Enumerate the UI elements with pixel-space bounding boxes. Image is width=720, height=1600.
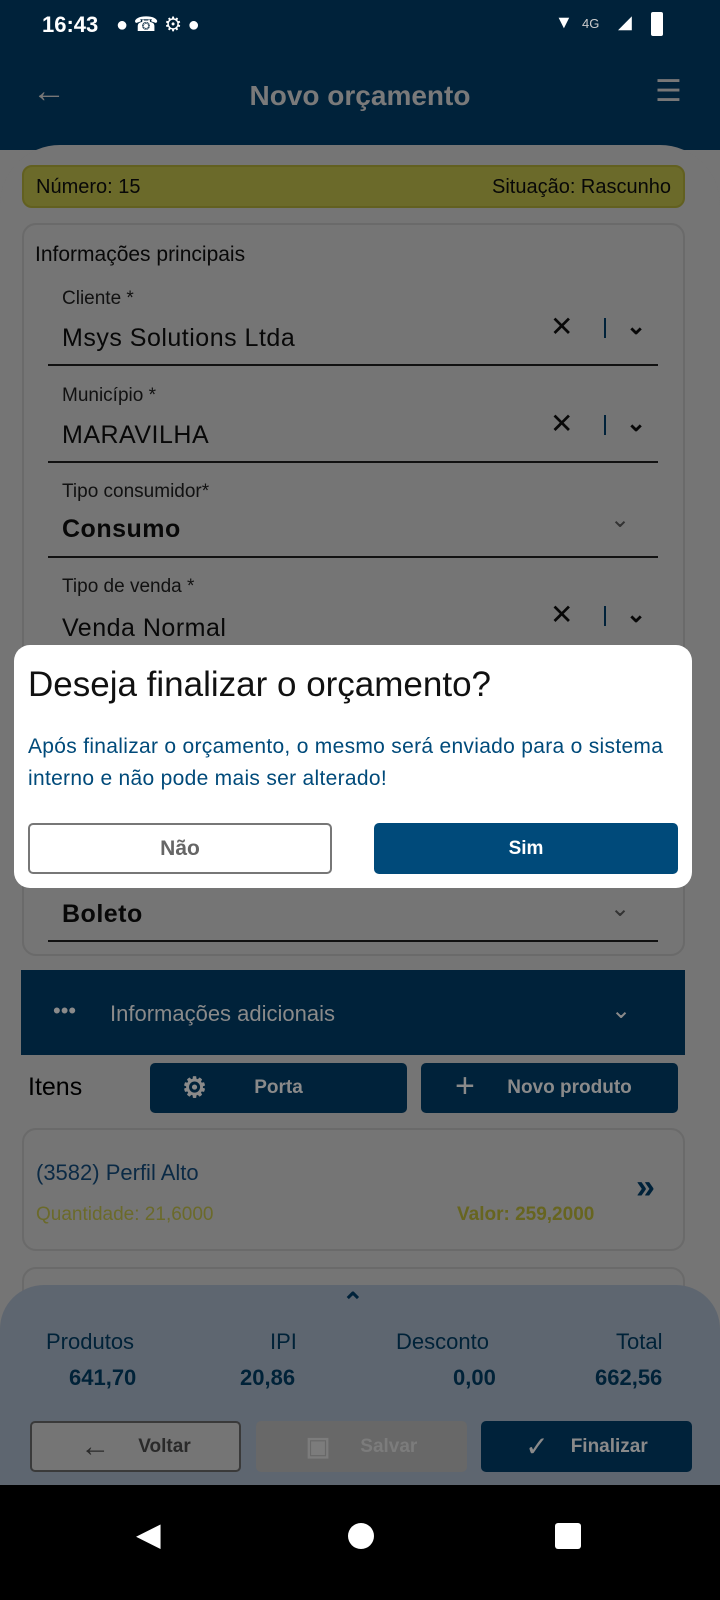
underline <box>48 364 658 366</box>
field-label: Município * <box>62 385 156 406</box>
network-type: 4G <box>582 16 600 31</box>
field-value: MARAVILHA <box>62 421 210 449</box>
additional-info-expander[interactable]: ••• Informações adicionais ⌄ <box>21 970 685 1055</box>
clear-icon[interactable]: ✕ <box>550 310 573 343</box>
pagamento-field[interactable]: Boleto ⌄ <box>48 890 658 945</box>
page-title: Novo orçamento <box>249 80 471 111</box>
voltar-button[interactable]: ← Voltar <box>30 1421 241 1472</box>
total-label: Total <box>616 1329 663 1354</box>
tipo-venda-field[interactable]: Tipo de venda * Venda Normal ✕ ⌄ <box>48 576 658 642</box>
arrow-left-icon: ← <box>80 1429 111 1463</box>
notification-icons: ● ☎ ⚙ ● <box>116 14 200 36</box>
status-summary: Número: 15 Situação: Rascunho <box>22 165 685 208</box>
field-label: Cliente * <box>62 288 134 309</box>
novo-produto-button[interactable]: + Novo produto <box>421 1063 678 1113</box>
underline <box>48 556 658 558</box>
button-label: Sim <box>508 837 544 859</box>
button-label: Finalizar <box>570 1435 648 1457</box>
button-label: Voltar <box>138 1435 191 1457</box>
chevron-down-icon[interactable]: ⌄ <box>610 894 630 923</box>
chevron-down-icon[interactable]: ⌄ <box>626 409 646 438</box>
underline <box>48 940 658 942</box>
field-value: Boleto <box>62 900 143 928</box>
field-value: Consumo <box>62 515 181 543</box>
cliente-field[interactable]: Cliente * Msys Solutions Ltda ✕ ⌄ <box>48 288 658 368</box>
clock: 16:43 <box>42 12 99 37</box>
button-label: Novo produto <box>507 1077 632 1098</box>
salvar-button[interactable]: ▣ Salvar <box>256 1421 467 1472</box>
municipio-field[interactable]: Município * MARAVILHA ✕ ⌄ <box>48 385 658 465</box>
recents-nav-icon[interactable] <box>555 1523 581 1549</box>
status-bar: 16:43 ● ☎ ⚙ ● ▼ 4G ◢ <box>0 0 720 50</box>
more-icon: ••• <box>53 998 77 1023</box>
button-label: Não <box>160 836 200 860</box>
clear-icon[interactable]: ✕ <box>550 598 573 631</box>
save-icon: ▣ <box>305 1431 331 1461</box>
chevron-down-icon: ⌄ <box>611 997 632 1024</box>
wifi-icon: ▼ <box>555 12 573 32</box>
divider <box>604 318 606 338</box>
desconto-value: 0,00 <box>453 1365 496 1390</box>
app-bar: ← Novo orçamento ☰ <box>0 50 720 150</box>
items-title: Itens <box>28 1073 83 1101</box>
produtos-value: 641,70 <box>69 1365 137 1390</box>
field-value: Venda Normal <box>62 614 227 642</box>
total-value: 662,56 <box>595 1365 663 1390</box>
chevron-down-icon[interactable]: ⌄ <box>626 312 646 341</box>
back-nav-icon[interactable]: ◀ <box>136 1515 161 1553</box>
plus-icon: + <box>455 1067 475 1105</box>
totals-panel: ⌃ Produtos 641,70 IPI 20,86 Desconto 0,0… <box>0 1285 720 1485</box>
no-button[interactable]: Não <box>28 823 332 874</box>
divider <box>604 415 606 435</box>
additional-label: Informações adicionais <box>110 1001 336 1026</box>
dialog-message: Após finalizar o orçamento, o mesmo será… <box>28 735 664 790</box>
item-quantity: Quantidade: 21,6000 <box>36 1204 214 1225</box>
button-label: Porta <box>254 1077 303 1098</box>
finalizar-button[interactable]: ✓ Finalizar <box>481 1421 692 1472</box>
yes-button[interactable]: Sim <box>374 823 678 874</box>
underline <box>48 461 658 463</box>
field-value: Msys Solutions Ltda <box>62 324 296 352</box>
porta-button[interactable]: ⚙ Porta <box>150 1063 407 1113</box>
field-label: Tipo consumidor* <box>62 481 210 502</box>
check-icon: ✓ <box>525 1431 549 1462</box>
item-name: (3582) Perfil Alto <box>36 1160 199 1185</box>
ipi-value: 20,86 <box>240 1365 296 1390</box>
produtos-label: Produtos <box>46 1329 135 1354</box>
signal-icon: ◢ <box>618 12 632 32</box>
section-title: Informações principais <box>35 243 246 266</box>
desconto-label: Desconto <box>396 1329 489 1354</box>
battery-icon <box>651 12 663 36</box>
item-card[interactable]: (3582) Perfil Alto Quantidade: 21,6000 V… <box>22 1128 685 1251</box>
confirm-dialog: Deseja finalizar o orçamento? Após final… <box>14 645 692 888</box>
chevron-down-icon[interactable]: ⌄ <box>626 600 646 629</box>
button-label: Salvar <box>360 1435 418 1457</box>
field-label: Tipo de venda * <box>62 576 195 597</box>
list-menu-icon[interactable]: ☰ <box>655 74 682 109</box>
clear-icon[interactable]: ✕ <box>550 407 573 440</box>
tipo-consumidor-field[interactable]: Tipo consumidor* Consumo ⌄ <box>48 481 658 561</box>
double-chevron-right-icon[interactable]: » <box>636 1168 655 1207</box>
navigation-bar: ◀ <box>0 1485 720 1600</box>
dialog-title: Deseja finalizar o orçamento? <box>28 665 492 704</box>
divider <box>604 606 606 626</box>
budget-status: Situação: Rascunho <box>491 176 671 198</box>
chevron-down-icon[interactable]: ⌄ <box>610 505 630 534</box>
budget-number: Número: 15 <box>36 176 141 198</box>
home-nav-icon[interactable] <box>348 1523 374 1549</box>
door-gear-icon: ⚙ <box>182 1072 208 1103</box>
ipi-label: IPI <box>270 1329 297 1354</box>
item-value: Valor: 259,2000 <box>457 1204 595 1225</box>
chevron-up-icon[interactable]: ⌃ <box>342 1287 364 1318</box>
